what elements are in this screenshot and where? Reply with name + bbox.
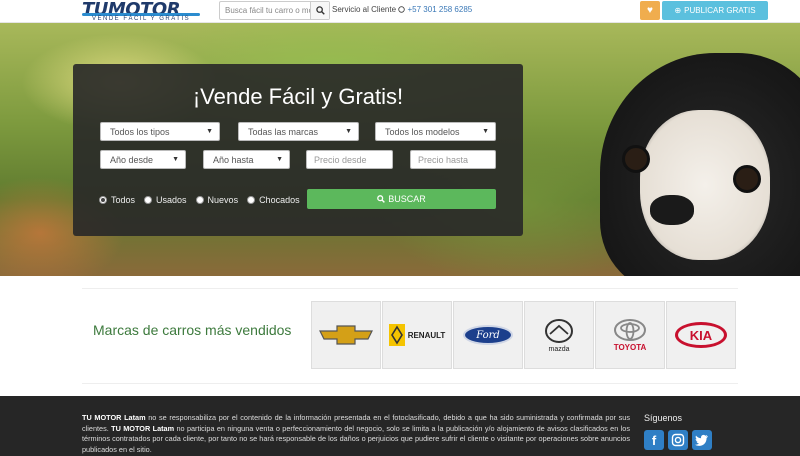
brands-title: Marcas de carros más vendidos (93, 322, 292, 338)
type-select[interactable]: Todos los tipos ▼ (100, 122, 220, 141)
chevron-down-icon: ▼ (172, 156, 179, 163)
chevron-down-icon: ▼ (276, 156, 283, 163)
chevrolet-logo-icon (319, 325, 373, 345)
radio-nuevos[interactable]: Nuevos (195, 195, 239, 205)
model-select[interactable]: Todos los modelos ▼ (375, 122, 496, 141)
whatsapp-icon (398, 6, 405, 13)
radio-button (247, 196, 256, 204)
type-select-value: Todos los tipos (110, 126, 170, 137)
radio-button (144, 196, 153, 204)
publish-label: PUBLICAR GRATIS (684, 6, 756, 15)
brand-select-value: Todas las marcas (248, 126, 319, 137)
favorites-button[interactable]: ♥ (640, 1, 660, 20)
instagram-glyph (671, 433, 685, 447)
radio-button (195, 196, 204, 204)
brand-chevrolet[interactable] (311, 301, 381, 369)
panel-title: ¡Vende Fácil y Gratis! (192, 84, 404, 109)
model-select-value: Todos los modelos (385, 126, 460, 137)
kia-wordmark: KIA (689, 327, 713, 343)
brand-renault[interactable]: RENAULT (382, 301, 452, 369)
radio-label: Nuevos (207, 195, 239, 205)
mazda-logo-icon (545, 318, 573, 343)
chevron-down-icon: ▼ (206, 128, 213, 135)
kia-logo-icon: KIA (675, 322, 727, 348)
service-phone[interactable]: +57 301 258 6285 (408, 5, 473, 14)
search-icon (315, 6, 325, 15)
year-from-select[interactable]: Año desde ▼ (100, 150, 186, 169)
toyota-wordmark: TOYOTA (613, 342, 647, 352)
search-input[interactable] (220, 2, 310, 19)
customer-service: Servicio al Cliente +57 301 258 6285 (332, 5, 472, 14)
brand-mazda[interactable]: mazda (524, 301, 594, 369)
instagram-icon[interactable] (668, 430, 688, 450)
search-icon (377, 195, 386, 203)
ford-wordmark: Ford (476, 329, 500, 341)
radio-chocados[interactable]: Chocados (247, 195, 300, 205)
radio-usados[interactable]: Usados (144, 195, 187, 205)
search-submit-label: BUSCAR (388, 194, 426, 204)
year-to-select[interactable]: Año hasta ▼ (203, 150, 290, 169)
renault-wordmark: RENAULT (407, 330, 446, 340)
site-search (219, 1, 330, 20)
radio-label: Chocados (259, 195, 300, 205)
radio-label: Todos (111, 195, 136, 205)
year-to-value: Año hasta (213, 154, 254, 165)
site-footer: TU MOTOR Latam no se responsabiliza por … (0, 396, 800, 456)
radio-button-checked (99, 196, 107, 204)
toyota-logo-icon (614, 318, 646, 341)
chevron-down-icon: ▼ (482, 128, 489, 135)
footer-disclaimer: TU MOTOR Latam no se responsabiliza por … (82, 413, 630, 455)
brand-kia[interactable]: KIA (666, 301, 736, 369)
ford-logo-icon: Ford (463, 325, 513, 345)
logo-tagline: VENDE FÁCIL Y GRATIS (92, 16, 191, 22)
price-from-input[interactable] (306, 150, 393, 169)
mazda-wordmark: mazda (548, 345, 570, 353)
top-header: TUMOTOR VENDE FÁCIL Y GRATIS Servicio al… (0, 0, 800, 23)
publish-free-button[interactable]: ⊕ PUBLICAR GRATIS (662, 1, 768, 20)
vehicle-search-panel: ¡Vende Fácil y Gratis! Todos los tipos ▼… (73, 64, 523, 236)
search-button[interactable] (310, 2, 329, 19)
twitter-icon[interactable] (692, 430, 712, 450)
footer-brand: TU MOTOR Latam (82, 413, 146, 422)
service-label: Servicio al Cliente (332, 5, 397, 14)
follow-us-label: Síguenos (644, 413, 683, 423)
heart-icon: ♥ (647, 5, 653, 16)
radio-todos[interactable]: Todos (99, 195, 135, 205)
chevron-down-icon: ▼ (345, 128, 352, 135)
hero-dog-nose (650, 195, 694, 225)
condition-radio-group: Todos Usados Nuevos Chocados (99, 195, 300, 205)
brand-ford[interactable]: Ford (453, 301, 523, 369)
brand-select[interactable]: Todas las marcas ▼ (238, 122, 359, 141)
plus-circle-icon: ⊕ (674, 6, 682, 15)
year-from-value: Año desde (110, 154, 154, 165)
footer-brand: TU MOTOR Latam (111, 423, 175, 433)
price-to-input[interactable] (410, 150, 496, 169)
search-submit-button[interactable]: BUSCAR (307, 189, 496, 209)
hero-dog-eye-right (733, 165, 761, 193)
facebook-icon[interactable]: f (644, 430, 664, 450)
top-brands-section: Marcas de carros más vendidos RENAULT Fo… (82, 288, 738, 384)
brand-toyota[interactable]: TOYOTA (595, 301, 665, 369)
twitter-glyph (695, 434, 708, 446)
renault-logo-icon (388, 324, 405, 346)
site-logo[interactable]: TUMOTOR VENDE FÁCIL Y GRATIS (82, 0, 204, 23)
hero-dog-eye-left (622, 145, 650, 173)
radio-label: Usados (156, 195, 187, 205)
